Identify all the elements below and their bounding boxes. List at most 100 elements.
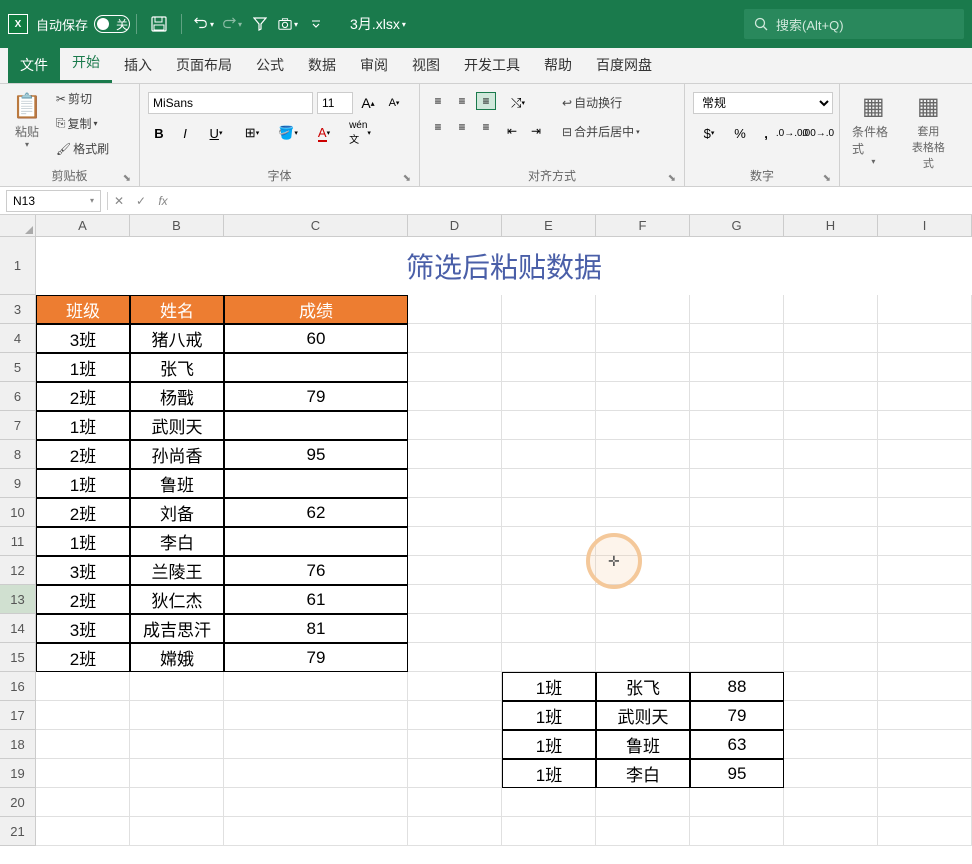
table-cell[interactable]: 1班 <box>36 527 130 556</box>
cell[interactable] <box>690 614 784 643</box>
cell[interactable] <box>690 585 784 614</box>
conditional-format-button[interactable]: ▦ 条件格式 ▾ <box>848 88 899 170</box>
italic-button[interactable]: I <box>174 122 196 144</box>
cell[interactable] <box>690 556 784 585</box>
cell[interactable] <box>408 556 502 585</box>
table-cell[interactable]: 1班 <box>502 672 596 701</box>
cell[interactable] <box>408 411 502 440</box>
table-cell[interactable]: 嫦娥 <box>130 643 224 672</box>
cell[interactable] <box>502 817 596 846</box>
increase-indent-icon[interactable]: ⇥ <box>526 122 546 140</box>
phonetic-button[interactable]: wén文▾ <box>344 122 376 144</box>
cell[interactable] <box>878 527 972 556</box>
tab-developer[interactable]: 开发工具 <box>452 47 532 83</box>
number-format-select[interactable]: 常规 <box>693 92 833 114</box>
table-cell[interactable]: 李白 <box>130 527 224 556</box>
table-cell[interactable]: 2班 <box>36 382 130 411</box>
cell[interactable] <box>784 556 878 585</box>
cell[interactable] <box>690 411 784 440</box>
cell[interactable] <box>878 701 972 730</box>
cell[interactable] <box>596 614 690 643</box>
cell[interactable] <box>878 469 972 498</box>
table-header[interactable]: 班级 <box>36 295 130 324</box>
cell[interactable] <box>596 498 690 527</box>
cell[interactable] <box>784 498 878 527</box>
fill-color-button[interactable]: 🪣▾ <box>272 122 304 144</box>
cell[interactable] <box>408 788 502 817</box>
cell[interactable] <box>878 295 972 324</box>
cell[interactable] <box>784 788 878 817</box>
search-box[interactable]: 搜索(Alt+Q) <box>744 9 964 39</box>
table-cell[interactable] <box>224 411 408 440</box>
row-header[interactable]: 7 <box>0 411 36 440</box>
table-cell[interactable]: 95 <box>224 440 408 469</box>
cell[interactable] <box>878 585 972 614</box>
row-header[interactable]: 14 <box>0 614 36 643</box>
format-painter-button[interactable]: 🖌格式刷 <box>52 138 113 159</box>
cell[interactable] <box>878 817 972 846</box>
tab-data[interactable]: 数据 <box>296 47 348 83</box>
accept-formula-icon[interactable]: ✓ <box>130 190 152 212</box>
table-cell[interactable]: 88 <box>690 672 784 701</box>
bold-button[interactable]: B <box>148 122 170 144</box>
cell[interactable] <box>130 788 224 817</box>
underline-button[interactable]: U▾ <box>200 122 232 144</box>
copy-button[interactable]: ⎘复制▾ <box>52 113 113 134</box>
merge-center-button[interactable]: ⊟合并后居中▾ <box>558 121 644 142</box>
cell[interactable] <box>408 440 502 469</box>
table-cell[interactable]: 1班 <box>502 759 596 788</box>
cell[interactable] <box>36 730 130 759</box>
decrease-font-icon[interactable]: A▾ <box>383 92 405 114</box>
row-header[interactable]: 4 <box>0 324 36 353</box>
cell[interactable] <box>224 672 408 701</box>
col-header-E[interactable]: E <box>502 215 596 237</box>
cell[interactable] <box>690 353 784 382</box>
cell[interactable] <box>502 440 596 469</box>
spreadsheet-grid[interactable]: ABCDEFGHI 1筛选后粘贴数据3班级姓名成绩43班猪八戒6051班张飞62… <box>0 215 972 846</box>
cell[interactable] <box>502 295 596 324</box>
fx-icon[interactable]: fx <box>152 190 174 212</box>
cell[interactable] <box>408 295 502 324</box>
increase-decimal-icon[interactable]: .0→.00 <box>781 122 803 144</box>
table-cell[interactable]: 兰陵王 <box>130 556 224 585</box>
cell[interactable] <box>784 527 878 556</box>
cell[interactable] <box>784 324 878 353</box>
table-cell[interactable]: 79 <box>224 643 408 672</box>
row-header[interactable]: 12 <box>0 556 36 585</box>
filter-icon[interactable] <box>250 14 270 34</box>
cell[interactable] <box>878 730 972 759</box>
tab-review[interactable]: 审阅 <box>348 47 400 83</box>
row-header[interactable]: 10 <box>0 498 36 527</box>
cell[interactable] <box>878 353 972 382</box>
align-bottom-icon[interactable]: ≡ <box>476 92 496 110</box>
col-header-D[interactable]: D <box>408 215 502 237</box>
cell[interactable] <box>878 672 972 701</box>
cell[interactable] <box>408 672 502 701</box>
cell[interactable] <box>878 324 972 353</box>
cell[interactable] <box>130 701 224 730</box>
table-cell[interactable]: 60 <box>224 324 408 353</box>
cell[interactable] <box>36 788 130 817</box>
table-cell[interactable]: 武则天 <box>596 701 690 730</box>
cell[interactable] <box>408 817 502 846</box>
table-cell[interactable]: 张飞 <box>130 353 224 382</box>
table-cell[interactable]: 1班 <box>502 701 596 730</box>
camera-icon[interactable]: ▾ <box>278 14 298 34</box>
cell[interactable] <box>502 353 596 382</box>
row-header[interactable]: 8 <box>0 440 36 469</box>
tab-formulas[interactable]: 公式 <box>244 47 296 83</box>
table-cell[interactable]: 张飞 <box>596 672 690 701</box>
table-format-button[interactable]: ▦ 套用 表格格式 <box>905 88 952 175</box>
cell[interactable] <box>784 295 878 324</box>
cell[interactable] <box>408 527 502 556</box>
cell[interactable] <box>596 556 690 585</box>
table-cell[interactable] <box>224 353 408 382</box>
table-cell[interactable]: 猪八戒 <box>130 324 224 353</box>
align-middle-icon[interactable]: ≡ <box>452 92 472 110</box>
table-cell[interactable]: 杨戬 <box>130 382 224 411</box>
table-cell[interactable]: 狄仁杰 <box>130 585 224 614</box>
table-cell[interactable]: 3班 <box>36 556 130 585</box>
col-header-I[interactable]: I <box>878 215 972 237</box>
decrease-indent-icon[interactable]: ⇤ <box>502 122 522 140</box>
autosave-toggle[interactable]: 自动保存 关 <box>36 15 128 34</box>
